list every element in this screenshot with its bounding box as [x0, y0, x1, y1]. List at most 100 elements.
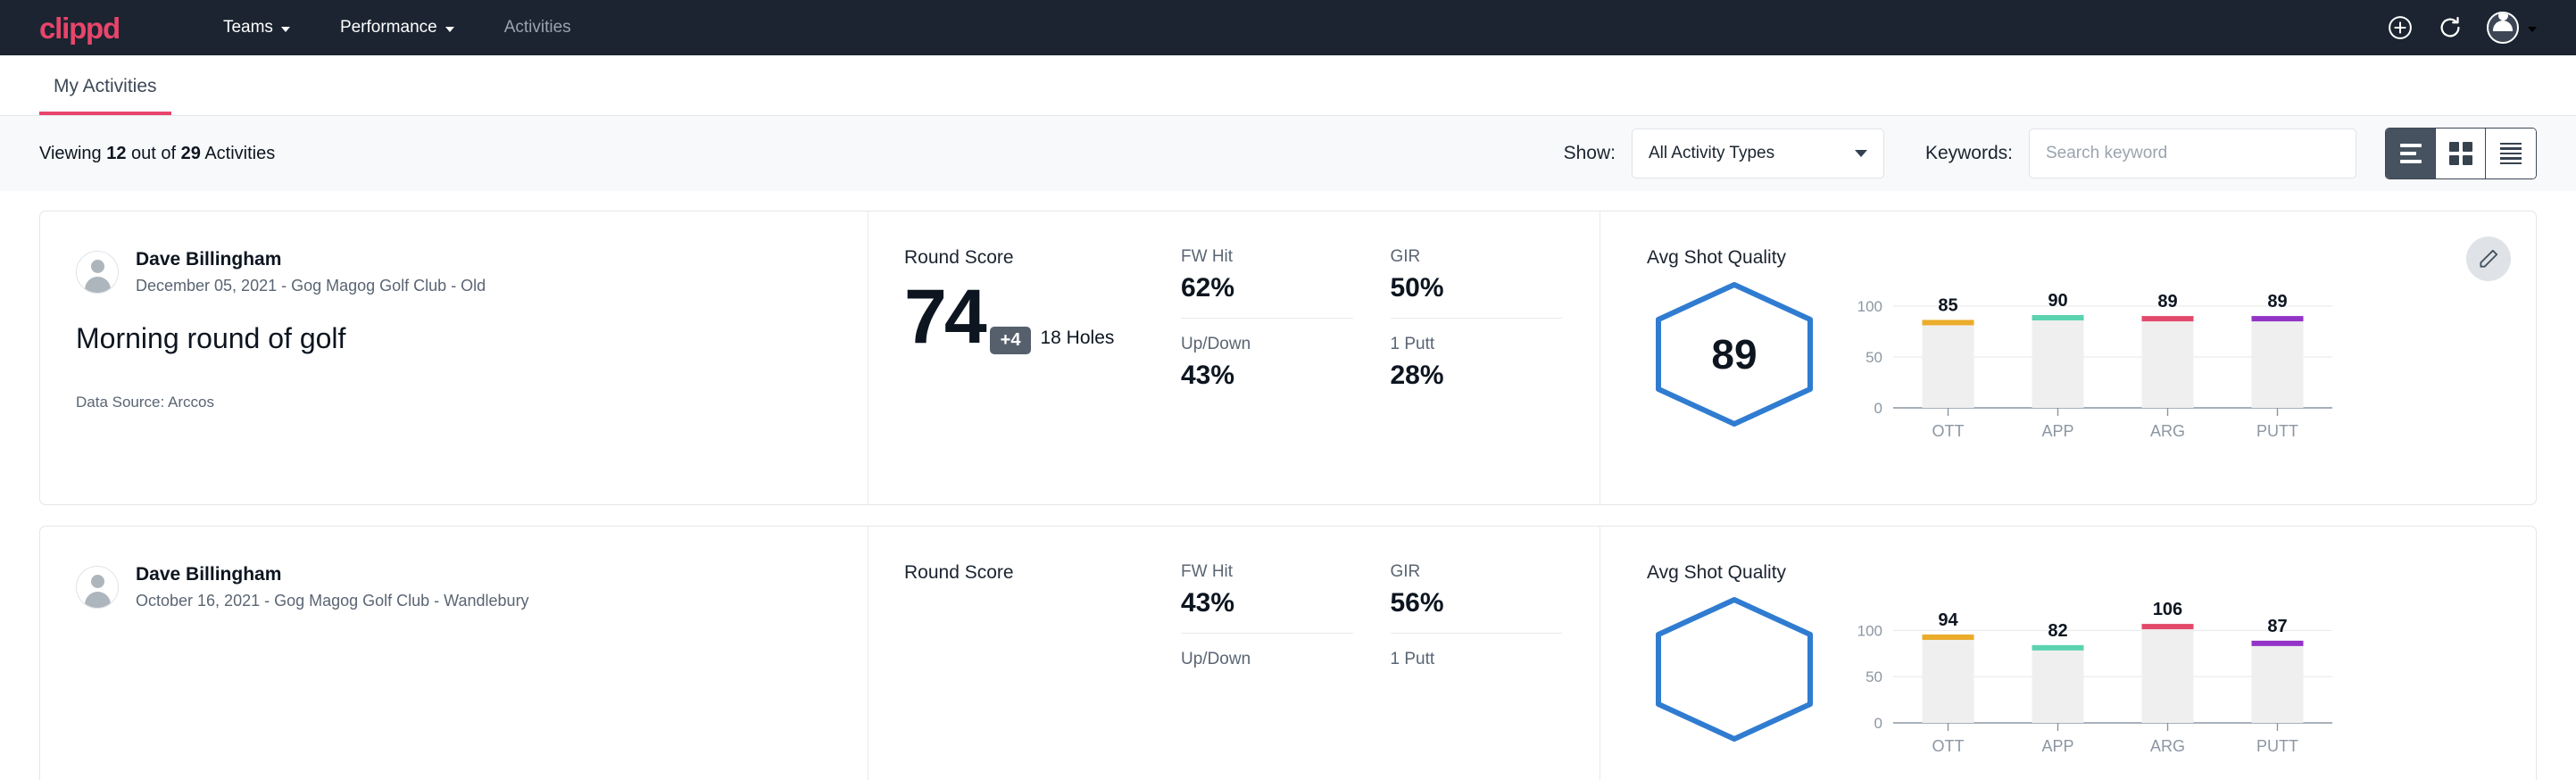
- activity-info: Dave Billingham December 05, 2021 - Gog …: [40, 212, 868, 504]
- round-score-value: 74: [904, 281, 985, 354]
- svg-text:0: 0: [1874, 400, 1882, 417]
- viewing-count-text: Viewing 12 out of 29 Activities: [39, 144, 275, 164]
- edit-activity-button[interactable]: [2466, 236, 2511, 281]
- view-grid-button[interactable]: [2436, 129, 2486, 178]
- refresh-icon[interactable]: [2437, 14, 2464, 41]
- round-score-section: Round Score: [868, 527, 1181, 780]
- svg-text:ARG: ARG: [2150, 422, 2185, 440]
- shot-quality-chart: 05010094OTT82APP106ARG87PUTT: [1841, 594, 2341, 764]
- primary-nav: Teams Performance Activities: [198, 18, 596, 37]
- svg-text:OTT: OTT: [1932, 422, 1965, 440]
- stat-label: 1 Putt: [1391, 335, 1563, 354]
- player-row: Dave Billingham October 16, 2021 - Gog M…: [76, 562, 832, 613]
- svg-text:50: 50: [1866, 349, 1882, 366]
- view-mode-toggle: [2385, 128, 2537, 179]
- activity-stats: FW Hit 43% GIR 56% Up/Down 1 Putt: [1181, 527, 1600, 780]
- svg-text:90: 90: [2048, 291, 2067, 311]
- player-name: Dave Billingham: [136, 247, 486, 272]
- add-icon[interactable]: [2387, 14, 2414, 41]
- stat-label: 1 Putt: [1391, 650, 1563, 669]
- holes-played: 18 Holes: [1040, 328, 1114, 349]
- round-score-section: Round Score 74 +4 18 Holes: [868, 212, 1181, 504]
- player-row: Dave Billingham December 05, 2021 - Gog …: [76, 247, 832, 298]
- tab-my-activities[interactable]: My Activities: [39, 76, 171, 115]
- chevron-down-icon: [281, 27, 290, 32]
- svg-text:85: 85: [1938, 295, 1957, 315]
- avg-shot-quality-section: Avg Shot Quality 05010094OTT82APP106ARG8…: [1600, 527, 2536, 780]
- chevron-down-icon: [2528, 27, 2537, 32]
- round-score-label: Round Score: [904, 562, 1181, 584]
- svg-text:106: 106: [2153, 600, 2182, 619]
- activity-type-select[interactable]: All Activity Types: [1632, 129, 1884, 178]
- activity-stats: FW Hit 62% GIR 50% Up/Down 43% 1 Putt 28…: [1181, 212, 1600, 504]
- svg-text:APP: APP: [2041, 737, 2073, 755]
- viewing-count: 12: [106, 144, 126, 163]
- stat-one-putt: 1 Putt: [1391, 650, 1600, 676]
- filter-controls: Show: All Activity Types Keywords:: [1564, 128, 2537, 179]
- stat-label: FW Hit: [1181, 562, 1353, 582]
- shot-quality-hexagon: 89: [1647, 278, 1822, 431]
- app-logo[interactable]: clippd: [39, 13, 120, 43]
- view-list-button[interactable]: [2386, 129, 2436, 178]
- activity-info: Dave Billingham October 16, 2021 - Gog M…: [40, 527, 868, 780]
- activity-card[interactable]: Dave Billingham December 05, 2021 - Gog …: [39, 211, 2537, 505]
- nav-item-activities[interactable]: Activities: [479, 18, 596, 37]
- stat-value: 56%: [1391, 588, 1563, 618]
- tab-bar: My Activities: [0, 55, 2576, 116]
- nav-item-activities-label: Activities: [504, 18, 571, 37]
- svg-text:PUTT: PUTT: [2256, 737, 2298, 755]
- svg-text:100: 100: [1857, 622, 1882, 639]
- chevron-down-icon: [445, 27, 454, 32]
- svg-text:PUTT: PUTT: [2256, 422, 2298, 440]
- stat-value: 50%: [1391, 273, 1563, 303]
- activity-data-source: Data Source: Arccos: [76, 394, 832, 411]
- svg-text:100: 100: [1857, 298, 1882, 315]
- stat-value: 43%: [1181, 361, 1353, 391]
- viewing-mid: out of: [126, 144, 180, 163]
- nav-item-teams[interactable]: Teams: [198, 18, 315, 37]
- stat-label: Up/Down: [1181, 335, 1353, 354]
- stat-up-down: Up/Down: [1181, 650, 1391, 676]
- activity-title: Morning round of golf: [76, 322, 832, 355]
- chevron-down-icon: [1855, 150, 1867, 157]
- svg-text:ARG: ARG: [2150, 737, 2185, 755]
- svg-text:APP: APP: [2041, 422, 2073, 440]
- svg-text:94: 94: [1938, 610, 1958, 630]
- view-compact-button[interactable]: [2486, 129, 2536, 178]
- shot-quality-hexagon: [1647, 593, 1822, 746]
- top-navigation-bar: clippd Teams Performance Activities: [0, 0, 2576, 55]
- show-label: Show:: [1564, 143, 1616, 164]
- avg-shot-quality-label: Avg Shot Quality: [1647, 247, 2536, 269]
- activity-card[interactable]: Dave Billingham October 16, 2021 - Gog M…: [39, 526, 2537, 780]
- shot-quality-value: [1647, 593, 1822, 746]
- nav-item-performance[interactable]: Performance: [315, 18, 479, 37]
- round-score-row: 74 +4 18 Holes: [904, 281, 1181, 354]
- stat-label: GIR: [1391, 247, 1563, 267]
- viewing-prefix: Viewing: [39, 144, 106, 163]
- svg-text:89: 89: [2157, 292, 2177, 311]
- stat-gir: GIR 56%: [1391, 562, 1563, 634]
- nav-item-performance-label: Performance: [340, 18, 437, 37]
- activity-type-value: All Activity Types: [1649, 144, 1855, 163]
- stat-fw-hit: FW Hit 62%: [1181, 247, 1353, 319]
- round-score-label: Round Score: [904, 247, 1181, 269]
- stat-label: Up/Down: [1181, 650, 1353, 669]
- avg-shot-quality-label: Avg Shot Quality: [1647, 562, 2536, 584]
- avatar: [76, 251, 119, 294]
- stat-gir: GIR 50%: [1391, 247, 1563, 319]
- svg-text:OTT: OTT: [1932, 737, 1965, 755]
- compact-view-icon: [2500, 143, 2522, 165]
- svg-text:50: 50: [1866, 668, 1882, 685]
- activities-list: Dave Billingham December 05, 2021 - Gog …: [0, 211, 2576, 780]
- shot-quality-value: 89: [1647, 278, 1822, 431]
- search-input[interactable]: [2029, 129, 2356, 178]
- avg-shot-quality-section: Avg Shot Quality 89 0 50 100 85 OTT 90 APP 89 AR…: [1600, 212, 2536, 504]
- activity-meta: December 05, 2021 - Gog Magog Golf Club …: [136, 275, 486, 297]
- score-differential-badge: +4: [990, 327, 1032, 354]
- account-menu[interactable]: [2487, 12, 2537, 44]
- svg-text:0: 0: [1874, 715, 1882, 732]
- filter-toolbar: Viewing 12 out of 29 Activities Show: Al…: [0, 116, 2576, 191]
- svg-text:87: 87: [2267, 617, 2287, 636]
- list-view-icon: [2400, 144, 2422, 163]
- stat-one-putt: 1 Putt 28%: [1391, 335, 1600, 391]
